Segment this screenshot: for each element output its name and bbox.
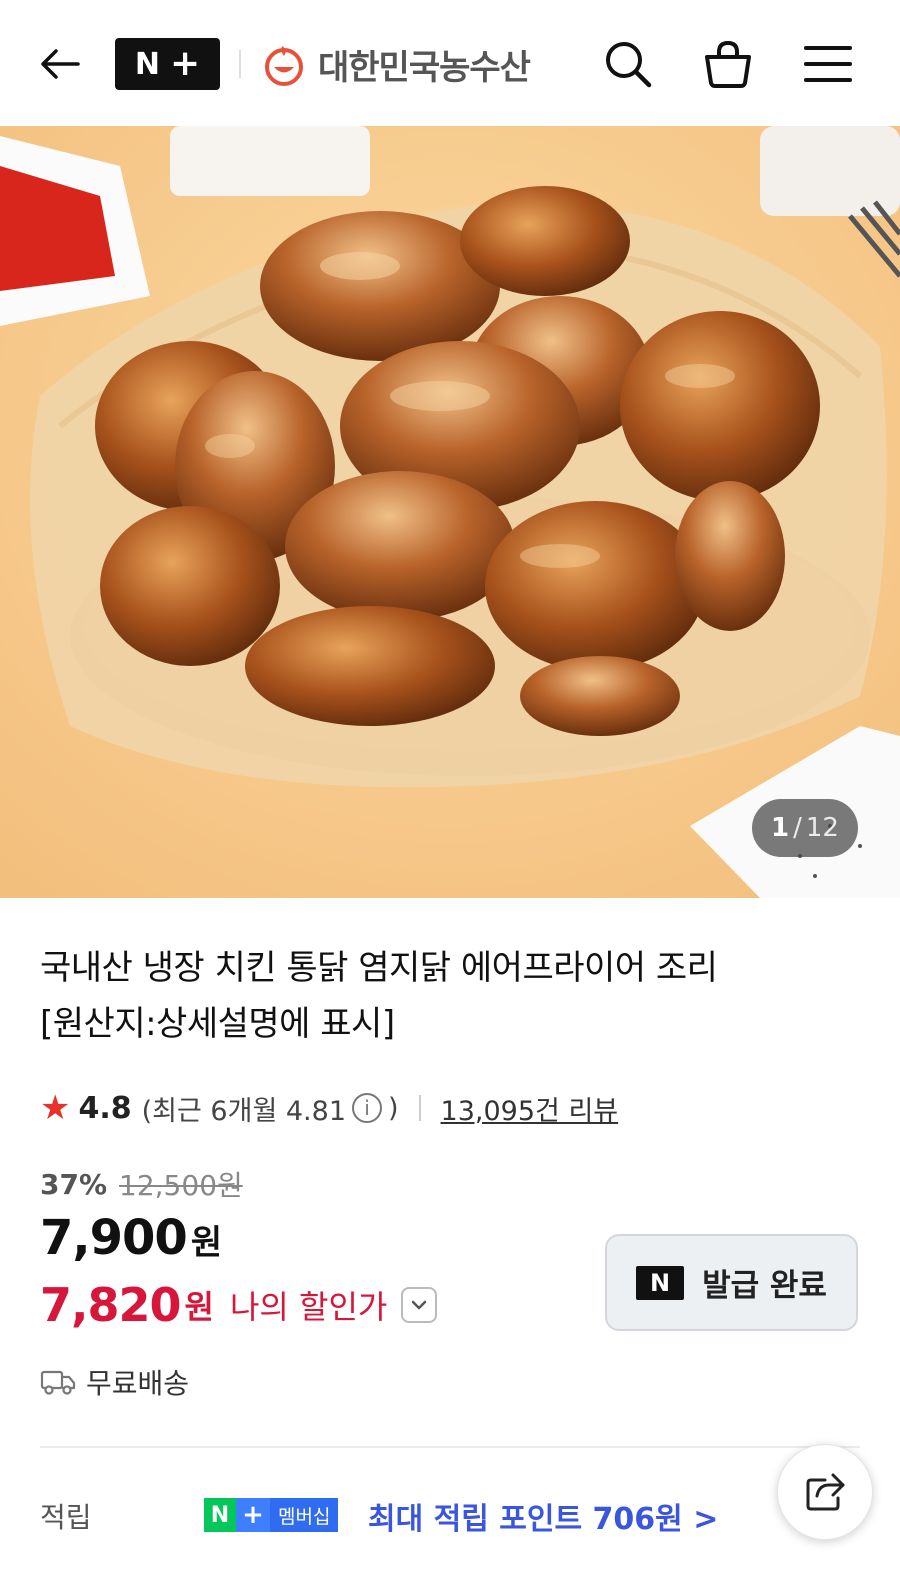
recent-rating-close: ) [388,1092,399,1124]
discount-row: 37% 12,500원 [40,1164,243,1204]
info-icon[interactable]: i [352,1093,382,1123]
my-price-value: 7,820 [40,1278,182,1332]
sale-price-value: 7,900 [40,1210,188,1266]
truck-icon [40,1370,76,1395]
discount-percent: 37% [40,1167,108,1201]
cart-button[interactable] [700,36,756,92]
image-separator: / [793,813,802,843]
coupon-label: 발급 완료 [702,1268,827,1304]
sale-price: 7,900 원 [40,1210,222,1266]
badge-membership: 멤버십 [270,1498,339,1532]
my-price-unit: 원 [184,1288,214,1326]
section-divider [40,1446,860,1448]
back-arrow-icon [41,49,80,79]
naver-coupon-icon: N [636,1265,685,1300]
membership-badge: N + 멤버십 [204,1498,339,1532]
shipping-row: 무료배송 [40,1362,189,1402]
shipping-label: 무료배송 [86,1367,190,1400]
product-image[interactable] [0,126,900,898]
title-line-1: 국내산 냉장 치킨 통닭 염지닭 에어프라이어 조리 [40,948,718,988]
review-count-link[interactable]: 13,095건 리뷰 [441,1089,619,1128]
coupon-issued-button[interactable]: N 발급 완료 [605,1234,858,1331]
badge-plus: + [236,1498,270,1532]
menu-icon [804,46,852,82]
rating-score: 4.8 [78,1090,132,1126]
max-points-link[interactable]: 최대 적립 포인트 706원 > [368,1494,718,1538]
top-header: N + 대한민국농수산 [0,0,900,126]
search-button[interactable] [600,36,656,92]
naver-plus-store-logo[interactable]: N + [115,38,220,90]
np-n: N [134,46,160,82]
store-logo-icon [265,46,303,86]
header-divider [239,50,241,78]
cart-icon [705,40,751,88]
back-button[interactable] [34,38,86,90]
badge-n: N [204,1498,236,1532]
search-icon [606,42,652,88]
my-discount-price[interactable]: 7,820 원 나의 할인가 [40,1278,438,1332]
my-price-label: 나의 할인가 [229,1288,388,1326]
star-icon: ★ [40,1088,71,1128]
chevron-down-icon[interactable] [401,1287,438,1323]
menu-button[interactable] [800,36,856,92]
points-row: 적립 N + 멤버십 최대 적립 포인트 706원 > [40,1490,860,1540]
sale-price-unit: 원 [190,1223,223,1263]
share-icon [806,1473,845,1511]
rating-row: ★ 4.8 (최근 6개월 4.81 i ) 13,095건 리뷰 [40,1086,618,1130]
image-total: 12 [805,813,839,843]
store-name: 대한민국농수산 [318,47,531,88]
rating-divider [418,1095,421,1121]
share-button[interactable] [777,1444,873,1540]
recent-rating: (최근 6개월 4.81 [141,1095,346,1127]
image-current: 1 [771,813,790,843]
points-label: 적립 [40,1501,92,1534]
original-price: 12,500원 [119,1169,243,1202]
title-line-2: [원산지:상세설명에 표시] [40,1004,395,1044]
product-title: 국내산 냉장 치킨 통닭 염지닭 에어프라이어 조리 [원산지:상세설명에 표시… [40,940,860,1052]
np-plus: + [169,43,201,84]
store-logo[interactable]: 대한민국농수산 [260,38,531,90]
chicken-photo [0,126,900,898]
image-counter: 1 / 12 [752,799,858,857]
